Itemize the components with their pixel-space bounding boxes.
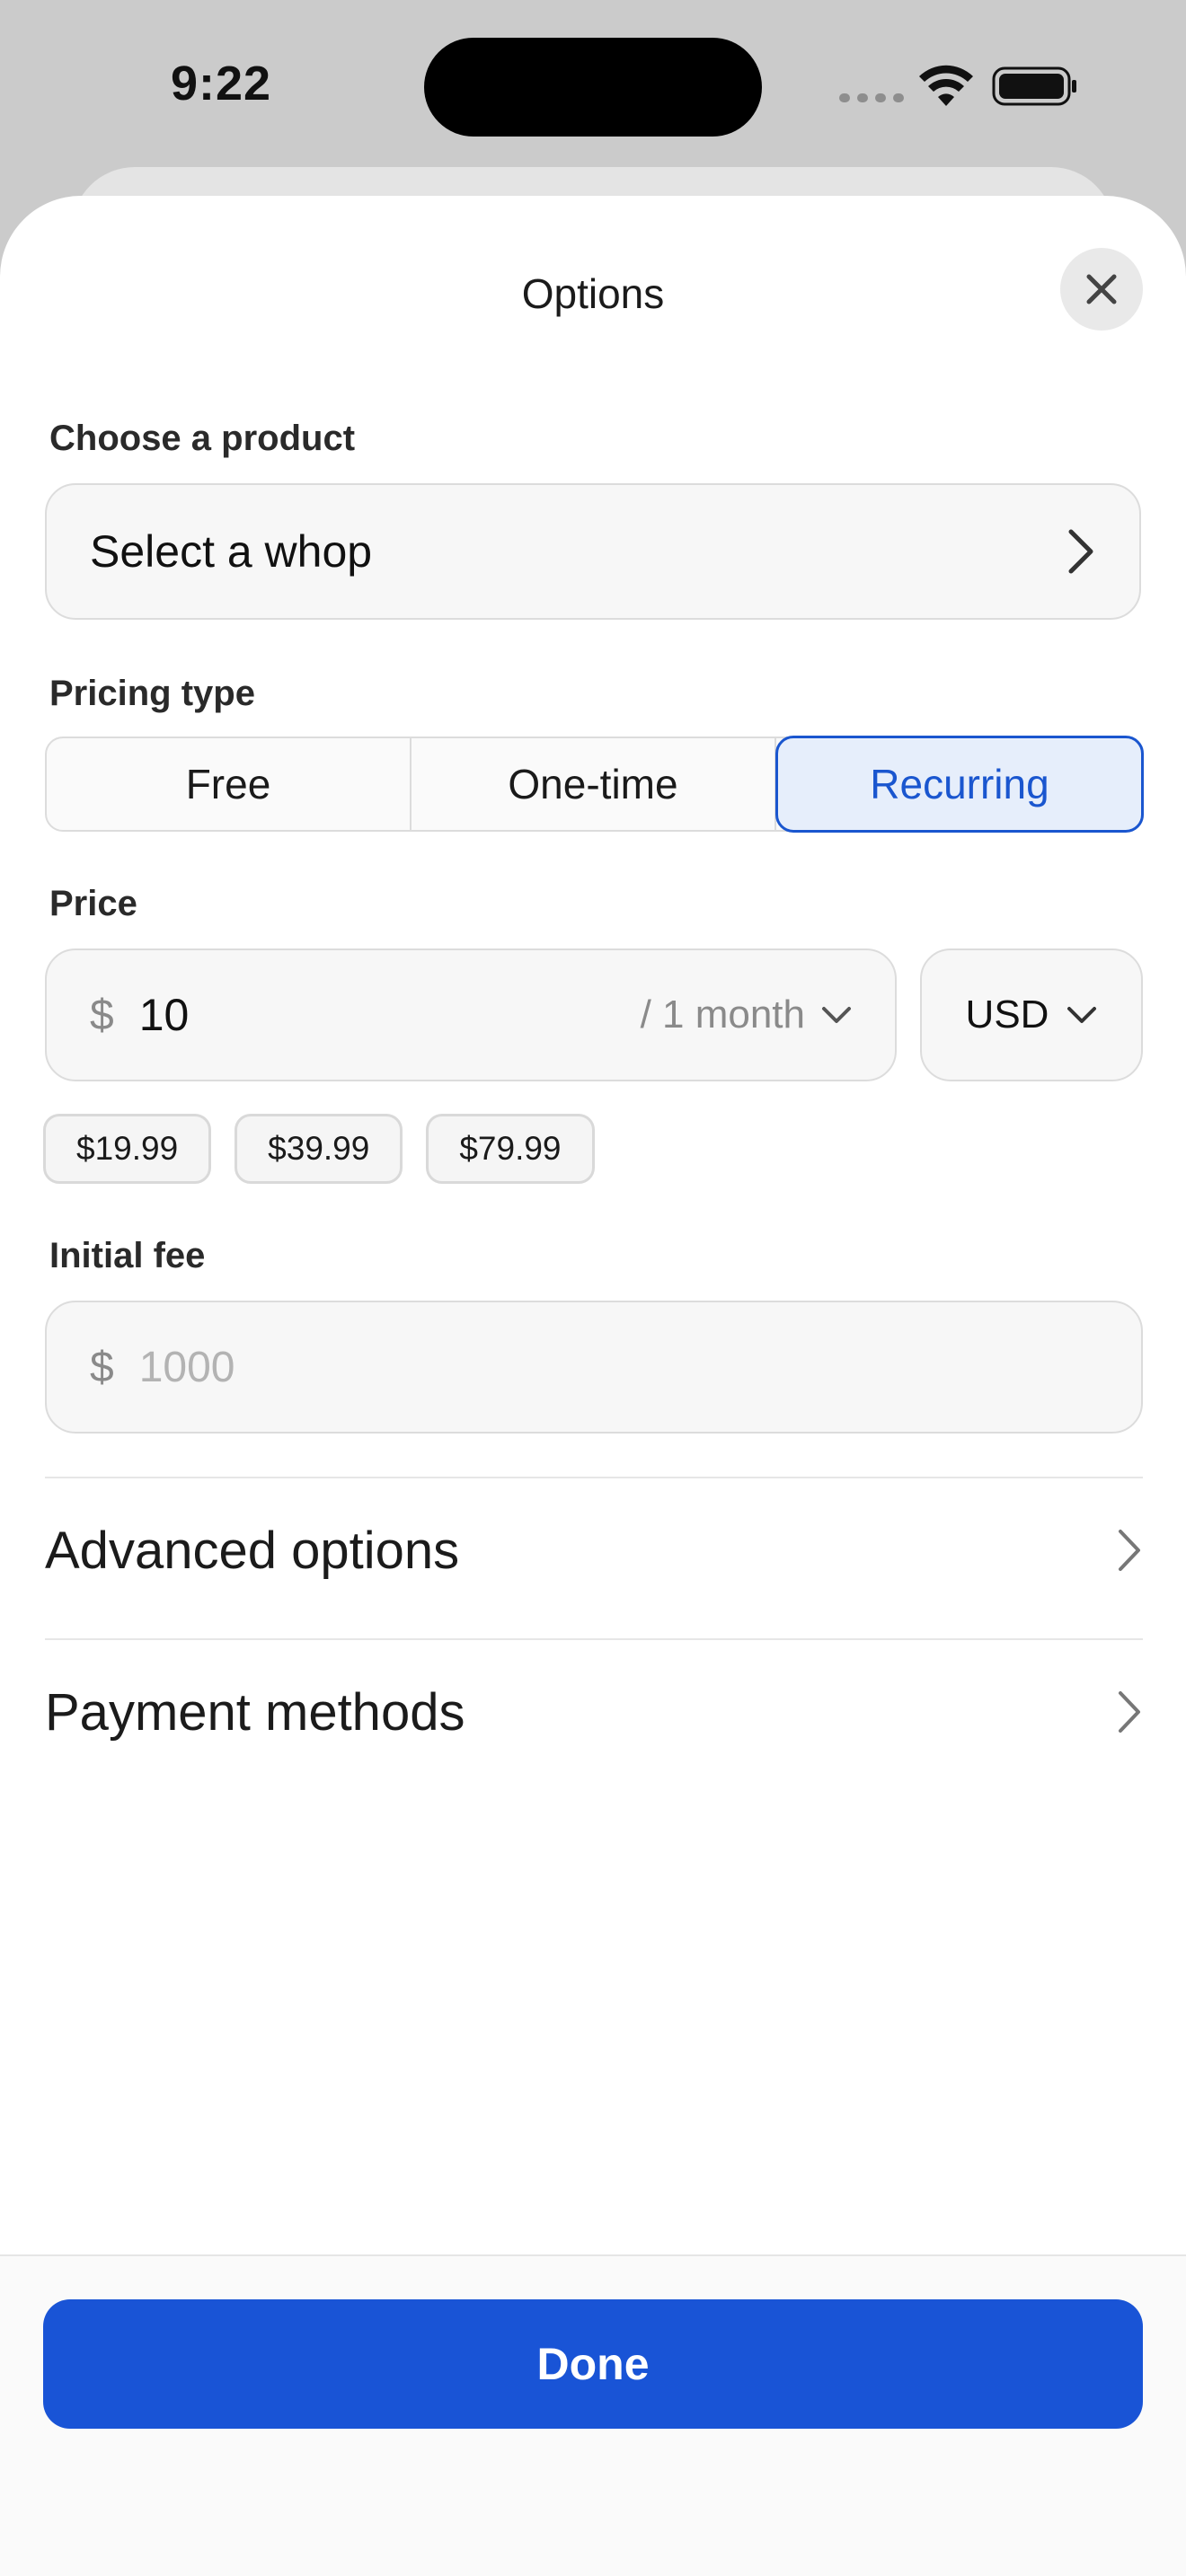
footer: Done bbox=[0, 2254, 1186, 2576]
price-currency-symbol: $ bbox=[90, 991, 114, 1039]
price-value: 10 bbox=[138, 990, 190, 1040]
initial-fee-label: Initial fee bbox=[49, 1236, 206, 1275]
wifi-icon bbox=[919, 65, 973, 106]
chevron-down-icon bbox=[822, 1007, 851, 1023]
chevron-right-icon bbox=[1119, 1691, 1140, 1733]
pricing-type-free[interactable]: Free bbox=[47, 738, 412, 830]
options-sheet: Options Choose a product Select a whop P… bbox=[0, 196, 1186, 2576]
select-product-button[interactable]: Select a whop bbox=[45, 483, 1141, 620]
chevron-right-icon bbox=[1119, 1530, 1140, 1571]
quick-price-chip[interactable]: $79.99 bbox=[426, 1114, 595, 1184]
battery-icon bbox=[992, 66, 1076, 106]
initial-fee-input[interactable]: $ 1000 bbox=[45, 1301, 1143, 1434]
chevron-down-icon bbox=[1067, 1007, 1097, 1023]
pricing-type-segmented-control: Free One-time Recurring bbox=[45, 736, 1144, 833]
pricing-type-label: Pricing type bbox=[49, 674, 255, 713]
close-icon bbox=[1086, 274, 1117, 304]
pricing-type-recurring[interactable]: Recurring bbox=[775, 736, 1144, 833]
screen: 9:22 Options Choose a product Select a w… bbox=[0, 0, 1186, 2576]
product-label: Choose a product bbox=[49, 419, 356, 458]
billing-period-text: / 1 month bbox=[640, 992, 805, 1037]
quick-price-chip[interactable]: $39.99 bbox=[235, 1114, 403, 1184]
done-button[interactable]: Done bbox=[43, 2299, 1143, 2429]
price-label: Price bbox=[49, 884, 137, 923]
sheet-title: Options bbox=[521, 270, 665, 317]
dynamic-island bbox=[424, 38, 762, 137]
payment-methods-row[interactable]: Payment methods bbox=[45, 1640, 1143, 1784]
quick-price-chip[interactable]: $19.99 bbox=[43, 1114, 212, 1184]
cellular-signal-icon bbox=[839, 93, 904, 102]
price-input[interactable]: $ 10 / 1 month bbox=[45, 948, 897, 1081]
initial-fee-placeholder: 1000 bbox=[138, 1343, 235, 1391]
currency-dropdown[interactable]: USD bbox=[920, 948, 1143, 1081]
fee-currency-symbol: $ bbox=[90, 1343, 114, 1391]
quick-price-chips: $19.99 $39.99 $79.99 bbox=[43, 1114, 595, 1184]
select-product-text: Select a whop bbox=[90, 526, 373, 577]
billing-period-dropdown[interactable]: / 1 month bbox=[641, 992, 852, 1037]
pricing-type-one-time[interactable]: One-time bbox=[412, 738, 776, 830]
close-button[interactable] bbox=[1060, 248, 1143, 331]
advanced-options-label: Advanced options bbox=[45, 1521, 460, 1580]
payment-methods-label: Payment methods bbox=[45, 1682, 465, 1742]
chevron-right-icon bbox=[1068, 529, 1093, 574]
status-time: 9:22 bbox=[171, 57, 272, 110]
advanced-options-row[interactable]: Advanced options bbox=[45, 1478, 1143, 1622]
currency-text: USD bbox=[965, 992, 1049, 1037]
